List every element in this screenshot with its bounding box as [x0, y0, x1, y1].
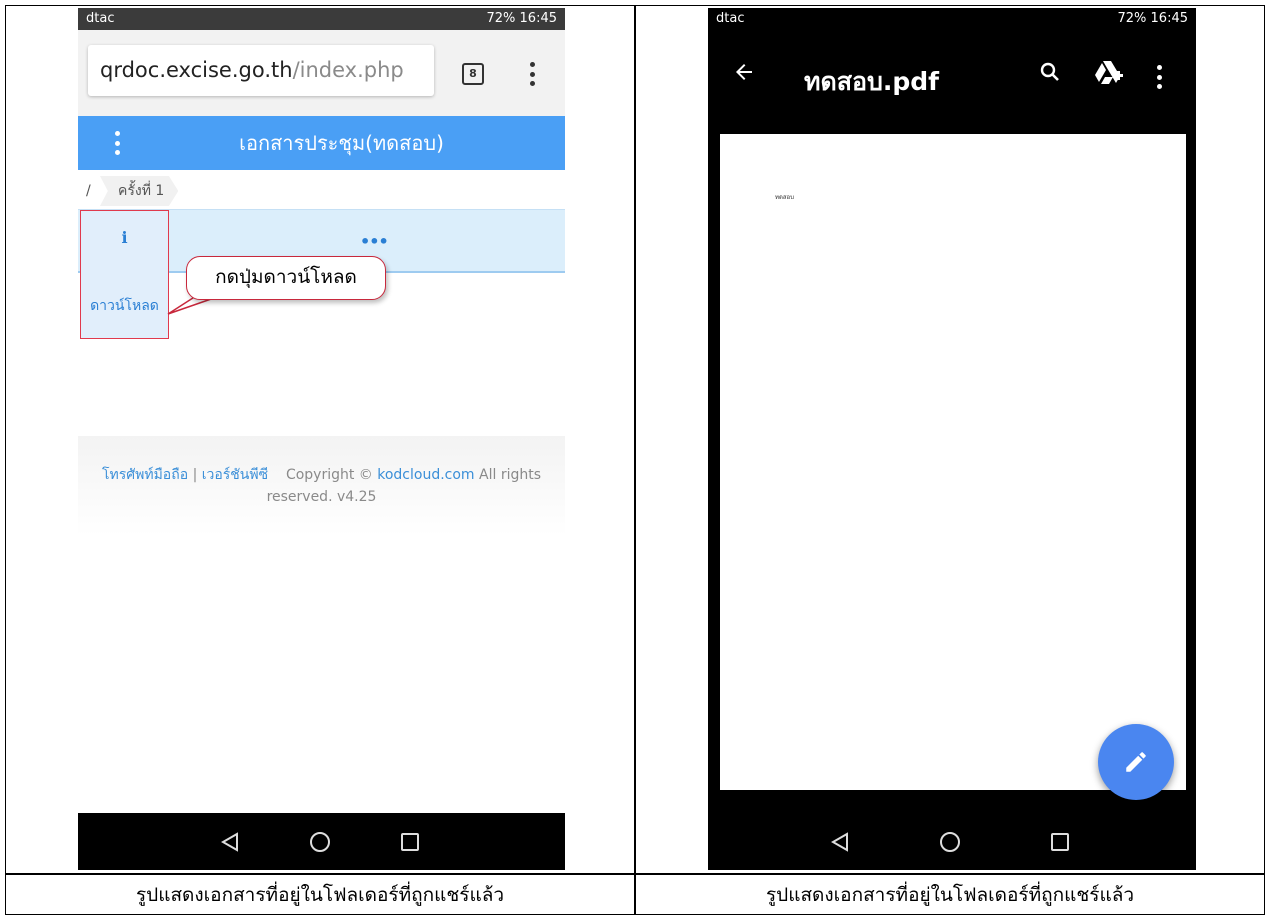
app-header: เอกสารประชุม(ทดสอบ): [78, 116, 565, 170]
document-title: ทดสอบ.pdf: [804, 67, 940, 96]
nav-home-icon[interactable]: [930, 813, 970, 870]
browser-menu-icon[interactable]: [529, 62, 535, 86]
brand-link[interactable]: kodcloud.com: [377, 467, 474, 483]
drive-add-icon[interactable]: [1094, 60, 1124, 90]
pdf-toolbar: ทดสอบ.pdf: [708, 30, 1196, 126]
nav-home-icon[interactable]: [300, 813, 340, 870]
edit-button[interactable]: [1098, 724, 1174, 800]
carrier-label: dtac: [716, 11, 745, 26]
page-footer: โทรศัพท์มือถือ | เวอร์ชันพีซี Copyright …: [78, 436, 565, 536]
nav-recents-icon[interactable]: [390, 813, 430, 870]
address-bar[interactable]: qrdoc.excise.go.th/index.php: [88, 45, 434, 96]
table-divider-horizontal: [5, 873, 1265, 875]
caption-left: รูปแสดงเอกสารที่อยู่ในโฟลเดอร์ที่ถูกแชร์…: [135, 884, 505, 906]
download-button[interactable]: ดาวน์โหลด: [81, 295, 168, 317]
right-phone-screen: dtac 72% 16:45 ทดสอบ.pdf ทดสอบ: [708, 8, 1196, 870]
system-status: 72% 16:45: [1117, 11, 1189, 26]
back-arrow-icon[interactable]: [732, 60, 756, 88]
breadcrumb-root[interactable]: /: [86, 174, 91, 208]
breadcrumb: / ครั้งที่ 1: [78, 174, 565, 208]
edit-pencil-icon: [1126, 752, 1146, 772]
left-phone-screen: dtac 72% 16:45 qrdoc.excise.go.th/index.…: [78, 8, 565, 870]
more-vert-icon[interactable]: [1156, 65, 1162, 89]
nav-recents-icon[interactable]: [1040, 813, 1080, 870]
browser-toolbar: qrdoc.excise.go.th/index.php 8: [78, 30, 565, 116]
search-icon[interactable]: [1038, 60, 1062, 88]
pc-version-link[interactable]: เวอร์ชันพีซี: [202, 467, 268, 483]
url-path: /index.php: [292, 58, 404, 82]
download-panel[interactable]: i ดาวน์โหลด: [80, 210, 169, 339]
caption-right: รูปแสดงเอกสารที่อยู่ในโฟลเดอร์ที่ถูกแชร์…: [765, 884, 1135, 906]
table-divider-vertical: [634, 5, 636, 915]
status-bar: dtac 72% 16:45: [78, 8, 565, 30]
mobile-version-link[interactable]: โทรศัพท์มือถือ: [102, 467, 188, 483]
system-status: 72% 16:45: [486, 11, 558, 26]
nav-back-icon[interactable]: [820, 813, 860, 870]
status-bar: dtac 72% 16:45: [708, 8, 1196, 30]
android-nav-bar: [708, 813, 1196, 870]
info-icon[interactable]: i: [81, 228, 168, 247]
breadcrumb-item[interactable]: ครั้งที่ 1: [100, 176, 179, 206]
nav-back-icon[interactable]: [210, 813, 250, 870]
callout-annotation: กดปุ่มดาวน์โหลด: [186, 256, 386, 300]
pdf-page-text: ทดสอบ: [775, 194, 794, 201]
tab-switcher-button[interactable]: 8: [462, 63, 484, 85]
android-nav-bar: [78, 813, 565, 870]
footer-separator: |: [192, 467, 198, 483]
pdf-page: ทดสอบ: [720, 134, 1186, 790]
page-title: เอกสารประชุม(ทดสอบ): [239, 131, 444, 155]
more-options-icon[interactable]: •••: [360, 232, 389, 251]
copyright-text: Copyright ©: [285, 467, 373, 483]
url-host: qrdoc.excise.go.th: [100, 58, 293, 82]
carrier-label: dtac: [86, 11, 115, 26]
